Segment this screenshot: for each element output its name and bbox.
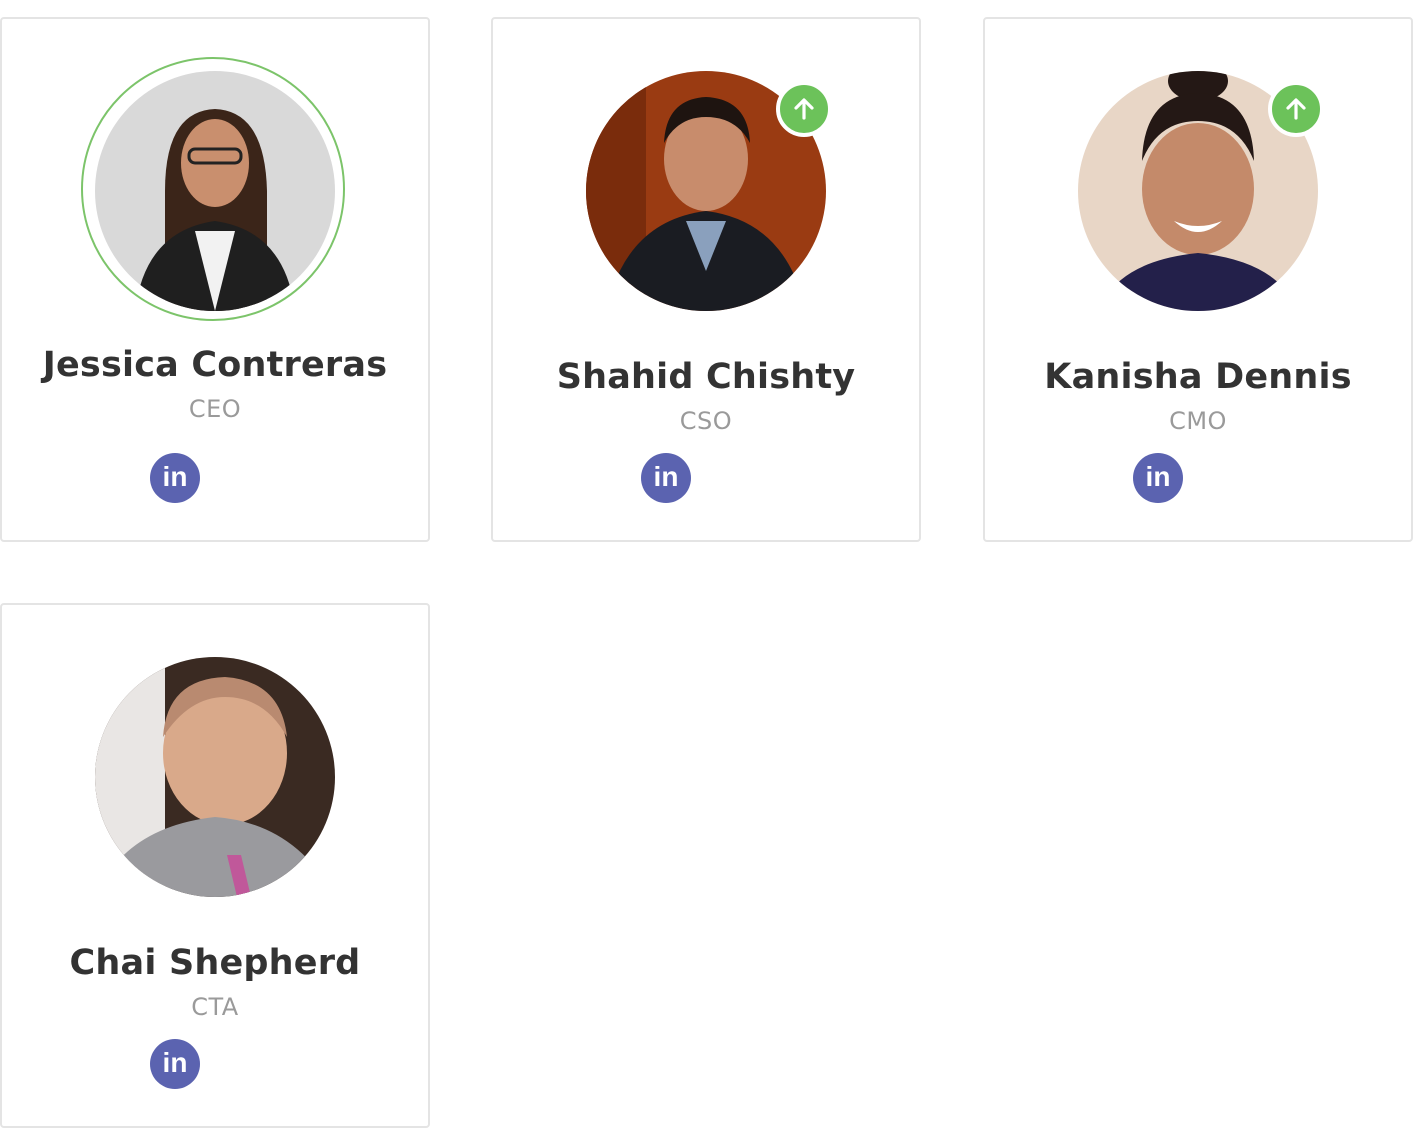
linkedin-button[interactable]: in bbox=[150, 1039, 200, 1089]
team-member-card: Shahid Chishty CSO in bbox=[491, 17, 921, 542]
linkedin-icon: in bbox=[162, 461, 188, 492]
linkedin-button[interactable]: in bbox=[150, 453, 200, 503]
team-member-card: Chai Shepherd CTA in bbox=[0, 603, 430, 1128]
linkedin-icon: in bbox=[1145, 461, 1171, 492]
avatar-container bbox=[95, 657, 335, 897]
avatar bbox=[95, 71, 335, 311]
promotion-badge bbox=[776, 81, 832, 137]
arrow-up-icon bbox=[794, 98, 814, 120]
member-role: CSO bbox=[679, 407, 733, 435]
team-member-card: Jessica Contreras CEO in bbox=[0, 17, 430, 542]
team-grid: Jessica Contreras CEO in Shahid Chishty … bbox=[0, 0, 1414, 1143]
avatar-container bbox=[1078, 71, 1324, 311]
avatar-container bbox=[586, 71, 832, 311]
member-name: Chai Shepherd bbox=[69, 943, 361, 983]
avatar-container bbox=[81, 57, 345, 321]
member-name: Jessica Contreras bbox=[42, 345, 388, 385]
avatar bbox=[95, 657, 335, 897]
arrow-up-icon bbox=[1286, 98, 1306, 120]
member-role: CMO bbox=[1169, 407, 1227, 435]
linkedin-icon: in bbox=[162, 1047, 188, 1078]
member-role: CTA bbox=[191, 993, 239, 1021]
linkedin-icon: in bbox=[653, 461, 679, 492]
team-member-card: Kanisha Dennis CMO in bbox=[983, 17, 1413, 542]
member-name: Kanisha Dennis bbox=[1044, 357, 1352, 397]
promotion-badge bbox=[1268, 81, 1324, 137]
member-name: Shahid Chishty bbox=[556, 357, 856, 397]
linkedin-button[interactable]: in bbox=[1133, 453, 1183, 503]
linkedin-button[interactable]: in bbox=[641, 453, 691, 503]
member-role: CEO bbox=[188, 395, 242, 423]
